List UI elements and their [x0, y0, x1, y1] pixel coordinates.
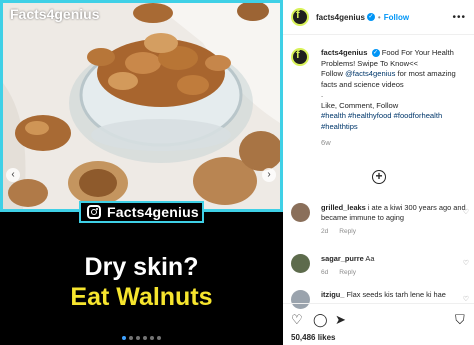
- comment-age: 6d: [321, 269, 329, 276]
- comment-text: Flax seeds kis tarh lene ki hae: [346, 290, 446, 299]
- carousel-dot: [157, 336, 161, 340]
- walnut-illustration: [3, 3, 280, 209]
- comment-icon[interactable]: ◯: [313, 313, 328, 326]
- carousel-dot: [143, 336, 147, 340]
- add-comment-button[interactable]: +: [372, 170, 386, 184]
- carousel-indicator: [122, 336, 161, 340]
- follow-button[interactable]: Follow: [384, 13, 409, 22]
- caption-username[interactable]: facts4genius: [321, 48, 367, 57]
- header-separator: •: [377, 12, 381, 22]
- caption-mention-link[interactable]: @facts4genius: [345, 69, 395, 78]
- comment-text: Aa: [365, 254, 375, 263]
- commenter-avatar[interactable]: [291, 203, 310, 222]
- walnut-photo: Facts4genius: [0, 0, 283, 212]
- chevron-left-icon: ‹: [11, 169, 15, 180]
- carousel-dot: [136, 336, 140, 340]
- carousel-next-button[interactable]: ›: [262, 168, 276, 182]
- chevron-right-icon: ›: [267, 169, 271, 180]
- reply-button[interactable]: Reply: [339, 269, 356, 276]
- watermark-text: Facts4genius: [10, 6, 100, 22]
- plus-icon: +: [375, 169, 383, 183]
- comment-username[interactable]: grilled_leaks: [321, 203, 366, 212]
- caption-age: 6w: [321, 138, 331, 147]
- brand-tag-label: Facts4genius: [107, 204, 199, 220]
- heart-icon[interactable]: ♡: [291, 313, 303, 326]
- brand-tag: Facts4genius: [79, 201, 204, 223]
- comment-item: grilled_leaks i ate a kiwi 300 years ago…: [291, 203, 471, 237]
- reply-button[interactable]: Reply: [339, 228, 356, 235]
- heart-icon[interactable]: ♡: [463, 259, 469, 267]
- author-avatar[interactable]: [291, 8, 309, 26]
- post-media[interactable]: Facts4genius ‹ › Facts4genius Dry skin? …: [0, 0, 283, 345]
- commenter-avatar[interactable]: [291, 254, 310, 273]
- verified-badge-icon: ✓: [366, 13, 375, 21]
- caption-cta: Like, Comment, Follow: [321, 100, 399, 110]
- headline-question: Dry skin?: [84, 253, 199, 281]
- caption-bullet: .: [321, 90, 324, 99]
- action-bar: ♡ ◯ ➤ ⛉: [283, 303, 474, 333]
- like-count[interactable]: 50,486 likes: [291, 333, 335, 342]
- bookmark-icon[interactable]: ⛉: [455, 313, 465, 326]
- author-username[interactable]: facts4genius: [316, 13, 365, 22]
- send-icon[interactable]: ➤: [335, 313, 346, 326]
- comment-username[interactable]: itzigu_: [321, 290, 344, 299]
- post-caption: facts4genius ✓ Food For Your Health Prob…: [291, 48, 471, 149]
- carousel-dot: [150, 336, 154, 340]
- verified-badge-icon: ✓: [371, 49, 380, 57]
- caption-follow-prefix: Follow: [321, 69, 346, 78]
- ellipsis-icon[interactable]: •••: [452, 12, 466, 23]
- heart-icon[interactable]: ♡: [463, 208, 469, 216]
- comment-item: sagar_purre Aa 6d Reply ♡: [291, 254, 471, 278]
- carousel-dot: [129, 336, 133, 340]
- headline-answer: Eat Walnuts: [70, 283, 213, 311]
- comment-age: 2d: [321, 228, 329, 235]
- caption-avatar[interactable]: [291, 48, 309, 66]
- carousel-prev-button[interactable]: ‹: [6, 168, 20, 182]
- caption-hashtags[interactable]: #health #healthyfood #foodforhealth #hea…: [321, 111, 442, 131]
- comment-username[interactable]: sagar_purre: [321, 254, 364, 263]
- comment-item: itzigu_ Flax seeds kis tarh lene ki hae …: [291, 290, 471, 309]
- carousel-dot: [122, 336, 126, 340]
- instagram-logo-icon: [87, 205, 101, 219]
- post-header: facts4genius ✓ • Follow •••: [283, 0, 474, 35]
- post-sidebar: facts4genius ✓ • Follow ••• facts4genius…: [283, 0, 474, 345]
- heart-icon[interactable]: ♡: [463, 295, 469, 303]
